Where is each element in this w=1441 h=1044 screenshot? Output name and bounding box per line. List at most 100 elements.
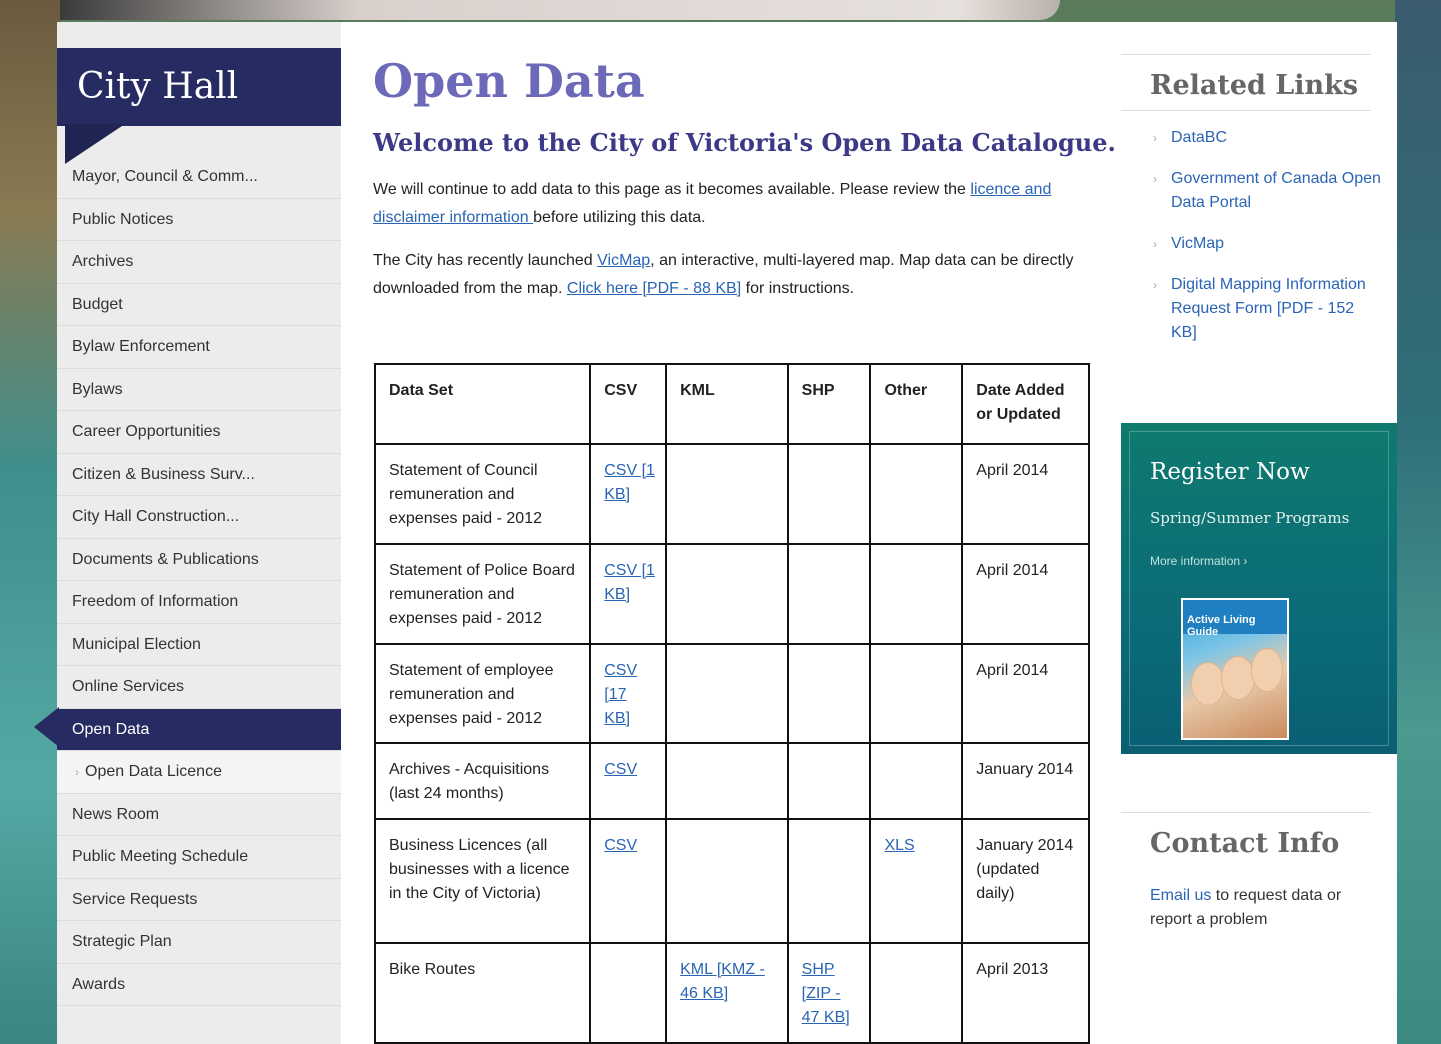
date-text: April 2013 — [976, 961, 1049, 978]
cell-csv: CSV — [589, 818, 668, 944]
csv-download-link[interactable]: CSV — [604, 837, 637, 854]
sidebar-item-label: Mayor, Council & Comm... — [72, 168, 258, 185]
cell-dataset: Business Licences (all businesses with a… — [373, 818, 592, 944]
sidebar-item-news-room[interactable]: News Room — [57, 794, 341, 836]
sidebar-item-label: Public Notices — [72, 210, 174, 228]
sidebar-item-label: Career Opportunities — [72, 423, 221, 440]
sidebar-item-label: Open Data — [72, 720, 150, 738]
other-download-link[interactable]: XLS — [884, 837, 914, 854]
sidebar-item-label: Service Requests — [72, 890, 198, 908]
table-row: Business Licences (all businesses with a… — [373, 818, 1090, 944]
vicmap-text-after: for instructions. — [741, 280, 855, 297]
sidebar-item-citizen-business-surv[interactable]: Citizen & Business Surv... — [57, 454, 341, 496]
email-us-link[interactable]: Email us — [1150, 887, 1211, 904]
sidebar-item-career-opportunities[interactable]: Career Opportunities — [57, 411, 341, 454]
dataset-text: Statement of employee remuneration and e… — [389, 662, 554, 727]
cell-kml: KML [KMZ - 46 KB] — [665, 942, 789, 1044]
related-link-databc[interactable]: › DataBC — [1151, 126, 1381, 150]
related-link-vicmap[interactable]: › VicMap — [1151, 232, 1381, 256]
register-subtitle: Spring/Summer Programs — [1150, 509, 1350, 527]
sidebar-item-mayor-council-comm[interactable]: Mayor, Council & Comm... — [57, 156, 341, 199]
sidebar-item-public-meeting-schedule[interactable]: Public Meeting Schedule — [57, 836, 341, 879]
divider — [1121, 812, 1371, 813]
sidebar-item-label: Archives — [72, 253, 134, 270]
sidebar-item-label: News Room — [72, 805, 160, 823]
related-link-label[interactable]: DataBC — [1171, 129, 1227, 146]
chevron-right-icon: › — [1153, 237, 1157, 251]
sidebar-nav: Mayor, Council & Comm... Public Notices Ar… — [57, 156, 341, 1006]
sidebar-item-municipal-election[interactable]: Municipal Election — [57, 624, 341, 666]
contact-info-title: Contact Info — [1150, 828, 1340, 859]
sidebar-item-strategic-plan[interactable]: Strategic Plan — [57, 921, 341, 964]
register-now-banner[interactable]: Register Now Spring/Summer Programs More… — [1121, 423, 1397, 754]
header-other: Other — [869, 363, 964, 445]
related-link-label[interactable]: Government of Canada Open Data Portal — [1171, 170, 1381, 211]
sidebar-item-online-services[interactable]: Online Services — [57, 666, 341, 709]
cell-shp: SHP [ZIP - 47 KB] — [786, 942, 872, 1044]
sidebar-item-public-notices[interactable]: Public Notices — [57, 199, 341, 241]
header-csv: CSV — [589, 363, 668, 445]
cell-csv: CSV [1 KB] — [589, 443, 668, 545]
cell-other: XLS — [869, 818, 964, 944]
page-title: Open Data — [373, 54, 645, 108]
cell-shp — [786, 643, 872, 744]
vicmap-link[interactable]: VicMap — [597, 252, 650, 269]
more-information-link[interactable]: More information › — [1150, 554, 1247, 568]
csv-download-link[interactable]: CSV — [604, 761, 637, 778]
cell-other — [869, 742, 964, 820]
register-title[interactable]: Register Now — [1150, 459, 1310, 485]
chevron-right-icon: › — [1153, 278, 1157, 292]
chevron-right-icon: › — [75, 765, 79, 779]
cell-kml — [665, 643, 789, 744]
kml-download-link[interactable]: KML [KMZ - 46 KB] — [680, 961, 765, 1002]
sidebar-item-archives[interactable]: Archives — [57, 241, 341, 284]
vicmap-paragraph: The City has recently launched VicMap, a… — [373, 247, 1089, 303]
cell-shp — [786, 543, 872, 645]
sidebar-title[interactable]: City Hall — [57, 48, 341, 126]
dataset-text: Business Licences (all businesses with a… — [389, 837, 570, 902]
related-link-mapping-form[interactable]: › Digital Mapping Information Request For… — [1151, 273, 1381, 345]
sidebar-item-label: Bylaws — [72, 380, 123, 398]
cell-kml — [665, 742, 789, 820]
table-row: Bike Routes KML [KMZ - 46 KB] SHP [ZIP - 4… — [373, 942, 1090, 1044]
related-links-list: › DataBC › Government of Canada Open Data … — [1151, 126, 1381, 362]
cell-kml — [665, 543, 789, 645]
table-row: Statement of employee remuneration and e… — [373, 643, 1090, 744]
active-living-guide-cover[interactable]: Active Living Guide — [1181, 598, 1289, 740]
header-data-set: Data Set — [373, 363, 592, 445]
sidebar-item-awards[interactable]: Awards — [57, 964, 341, 1006]
related-links-title: Related Links — [1150, 70, 1359, 101]
cell-other — [869, 443, 964, 545]
sidebar-item-label: Online Services — [72, 678, 185, 695]
sidebar-item-service-requests[interactable]: Service Requests — [57, 879, 341, 921]
related-link-label[interactable]: Digital Mapping Information Request Form… — [1171, 276, 1366, 341]
cell-csv: CSV [1 KB] — [589, 543, 668, 645]
cell-date: January 2014 — [961, 742, 1090, 820]
csv-download-link[interactable]: CSV [1 KB] — [604, 462, 655, 503]
cell-kml — [665, 443, 789, 545]
sidebar-item-documents-publications[interactable]: Documents & Publications — [57, 539, 341, 581]
cell-other — [869, 643, 964, 744]
shp-download-link[interactable]: SHP [ZIP - 47 KB] — [802, 961, 850, 1026]
cell-date: April 2014 — [961, 643, 1090, 744]
right-column: Related Links › DataBC › Government of Can… — [1121, 22, 1397, 1044]
csv-download-link[interactable]: CSV [1 KB] — [604, 562, 655, 603]
header-date: Date Added or Updated — [961, 363, 1090, 445]
related-link-label[interactable]: VicMap — [1171, 235, 1224, 252]
page-subtitle: Welcome to the City of Victoria's Open D… — [373, 128, 1116, 157]
related-link-canada-open-data[interactable]: › Government of Canada Open Data Portal — [1151, 167, 1381, 215]
guide-cover-label: Active Living Guide — [1183, 600, 1287, 638]
sidebar-item-label: Budget — [72, 295, 123, 313]
sidebar-item-city-hall-construction[interactable]: City Hall Construction... — [57, 496, 341, 539]
sidebar-item-freedom-of-information[interactable]: Freedom of Information — [57, 581, 341, 624]
date-text: January 2014 (updated daily) — [976, 837, 1074, 902]
sidebar-item-open-data[interactable]: Open Data — [57, 708, 341, 751]
instructions-pdf-link[interactable]: Click here [PDF - 88 KB] — [567, 280, 741, 297]
intro-text-before: We will continue to add data to this pag… — [373, 181, 971, 198]
sidebar-item-bylaw-enforcement[interactable]: Bylaw Enforcement — [57, 326, 341, 369]
sidebar-item-budget[interactable]: Budget — [57, 284, 341, 326]
sidebar-item-bylaws[interactable]: Bylaws — [57, 369, 341, 411]
csv-download-link[interactable]: CSV [17 KB] — [604, 662, 637, 727]
sidebar-item-open-data-licence[interactable]: › Open Data Licence — [57, 751, 341, 794]
table-row: Archives - Acquisitions (last 24 months)… — [373, 742, 1090, 820]
